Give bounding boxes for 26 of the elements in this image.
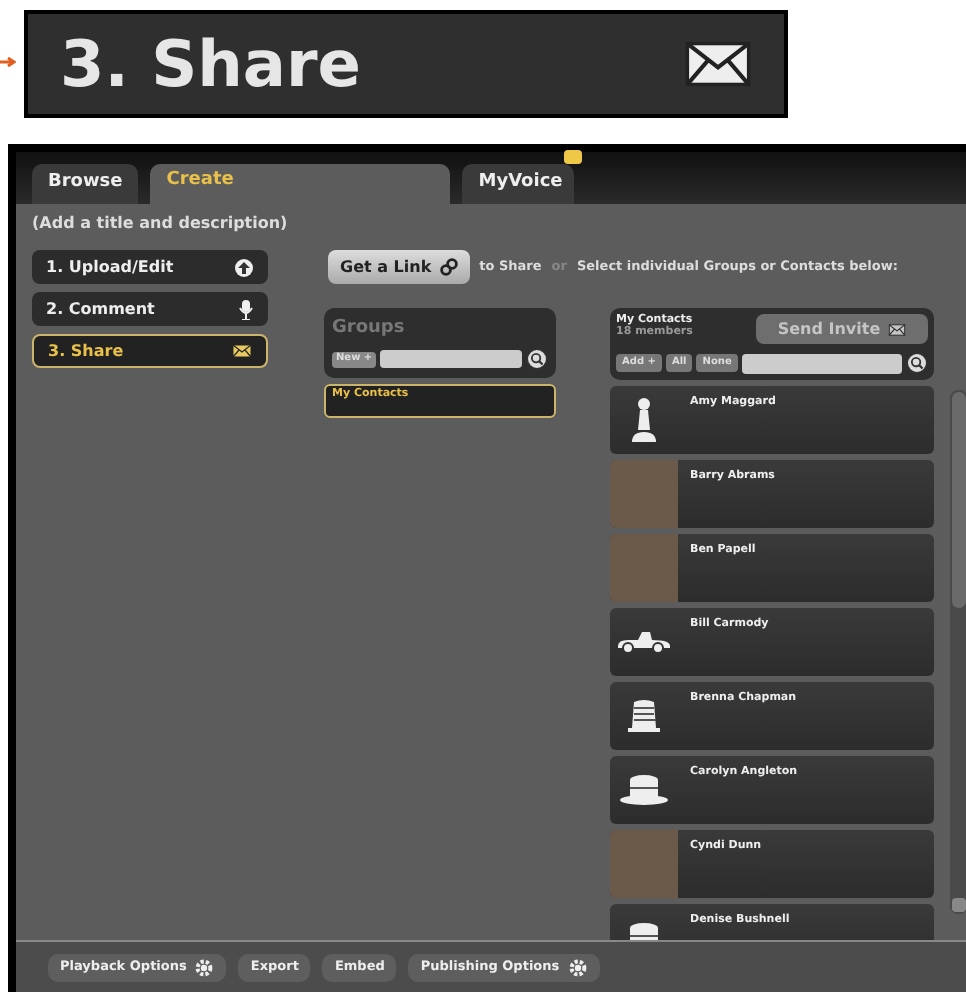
microphone-icon (238, 299, 254, 319)
link-icon (439, 258, 458, 276)
search-icon[interactable] (906, 352, 928, 374)
search-icon[interactable] (526, 348, 548, 370)
envelope-icon (684, 40, 752, 88)
car-icon (616, 630, 672, 654)
photo-placeholder (610, 460, 678, 528)
thimble-icon (626, 698, 662, 734)
get-link-button[interactable]: Get a Link (328, 250, 470, 284)
envelope-icon (888, 323, 907, 335)
tab[interactable]: Browse (32, 164, 139, 204)
photo-placeholder (610, 830, 678, 898)
tab[interactable]: Create (150, 164, 451, 204)
arrow-icon (0, 54, 16, 70)
step-button[interactable]: 2. Comment (32, 292, 268, 326)
groups-title: Groups (332, 316, 407, 342)
pawn-icon (630, 396, 658, 444)
step-button[interactable]: 1. Upload/Edit (32, 250, 268, 284)
scroll-down-icon[interactable] (952, 898, 966, 912)
envelope-icon (232, 344, 252, 358)
step-button[interactable]: 3. Share (32, 334, 268, 368)
hint-text: (Add a title and description) (32, 212, 290, 236)
banner-title: 3. Share (60, 32, 361, 96)
top-hat-icon (618, 774, 670, 806)
photo-placeholder (610, 534, 678, 602)
upload-icon (234, 257, 254, 277)
